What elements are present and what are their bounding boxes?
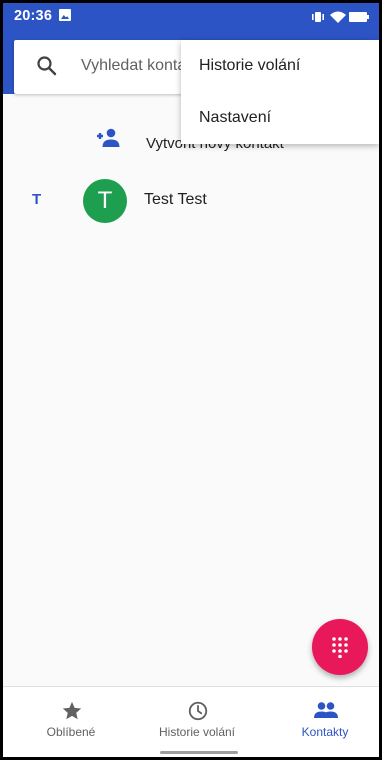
dialpad-icon [331, 636, 349, 663]
nav-contacts[interactable]: Kontakty [279, 687, 371, 743]
menu-item-call-history[interactable]: Historie volání [181, 40, 379, 92]
bottom-navigation: Oblíbené Historie volání Kontakty [3, 686, 379, 757]
menu-item-settings[interactable]: Nastavení [181, 92, 379, 144]
clock-icon [188, 701, 208, 721]
overflow-menu: Historie volání Nastavení [181, 40, 379, 144]
section-header-letter: T [32, 191, 42, 208]
contact-list-item[interactable]: T T Test Test [3, 173, 379, 229]
image-icon [59, 9, 71, 21]
nav-contacts-label: Kontakty [301, 725, 349, 739]
status-bar: 20:36 [3, 3, 379, 30]
avatar: T [83, 179, 127, 223]
nav-call-history-label: Historie volání [158, 725, 236, 739]
wifi-icon [330, 11, 346, 23]
dialpad-fab[interactable] [312, 619, 368, 675]
status-icons [311, 9, 371, 30]
status-time: 20:36 [14, 8, 53, 24]
add-person-icon [93, 127, 121, 154]
phone-screen: 20:36 Vyhledat kontakty Vytvořit T T Tes… [3, 3, 379, 757]
star-icon [62, 701, 82, 720]
contact-name[interactable]: Test Test [144, 191, 207, 209]
nav-favorites[interactable]: Oblíbené [21, 687, 121, 743]
nav-call-history[interactable]: Historie volání [141, 687, 253, 743]
battery-icon [349, 12, 369, 22]
home-indicator[interactable] [160, 751, 238, 754]
search-icon[interactable] [36, 55, 58, 82]
vibrate-icon [312, 12, 324, 22]
nav-favorites-label: Oblíbené [46, 725, 96, 739]
people-icon [314, 702, 338, 718]
